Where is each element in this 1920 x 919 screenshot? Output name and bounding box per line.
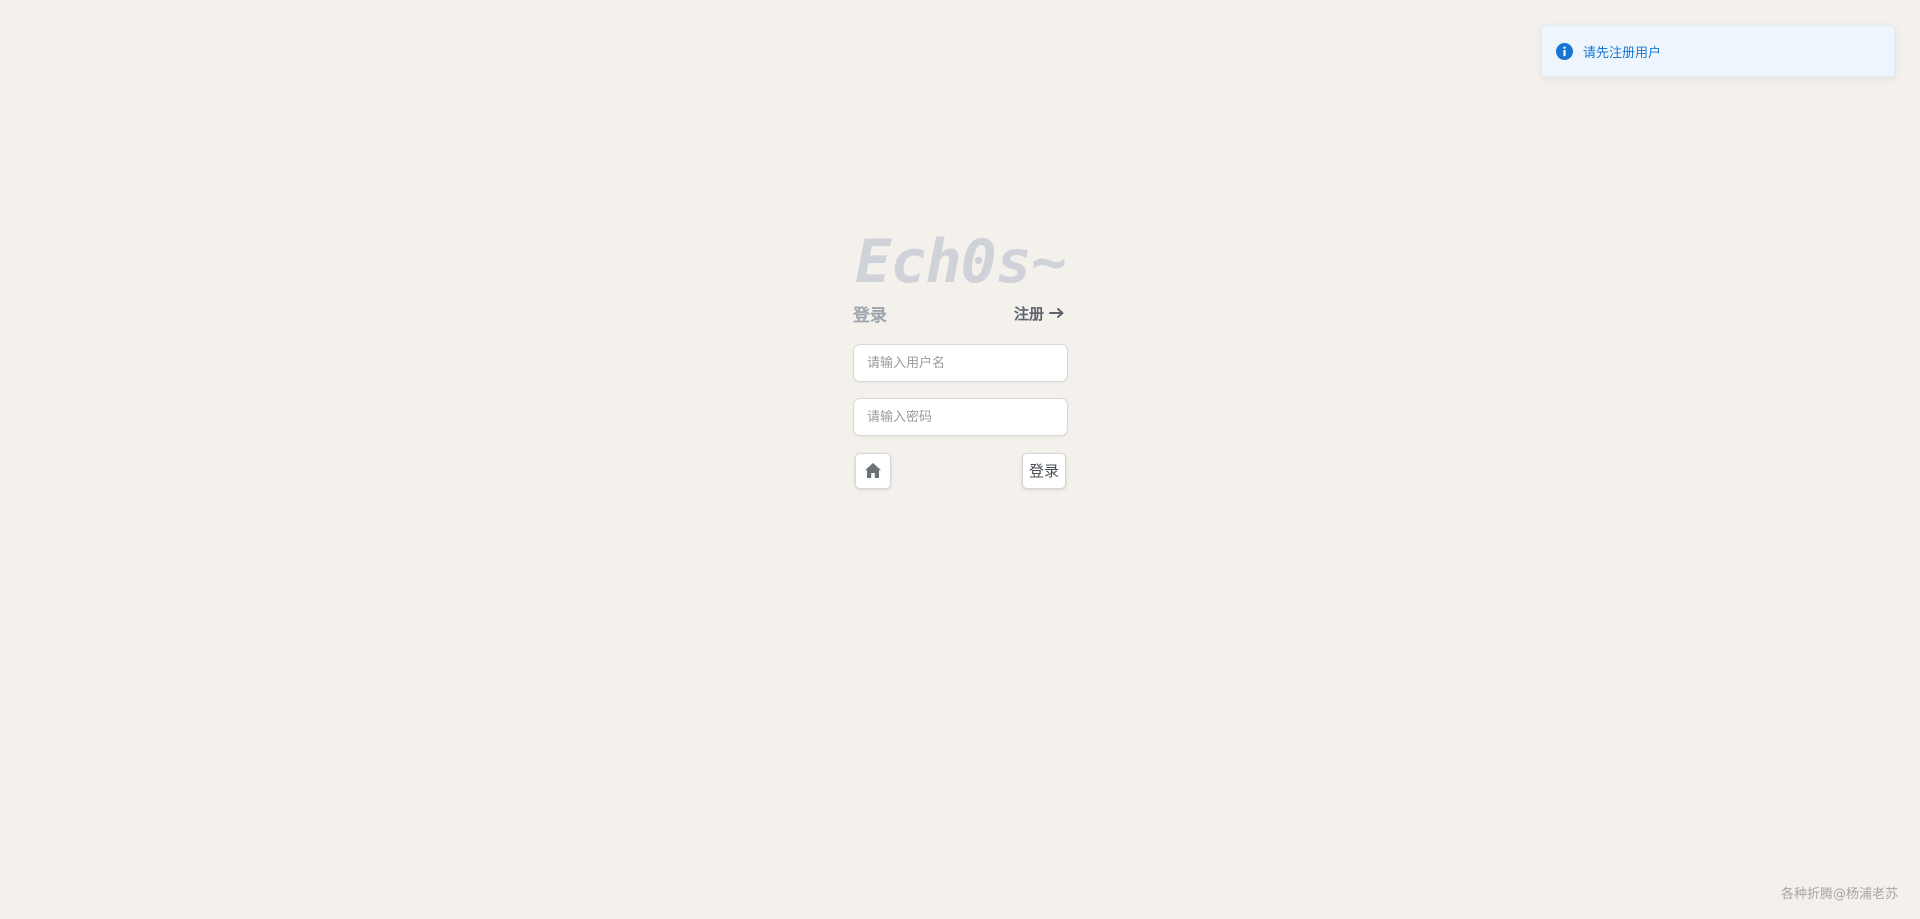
- page: 请先注册用户 Ech0s~ 登录 注册 登录 各种折腾@杨浦老苏: [0, 0, 1920, 919]
- footer-credit: 各种折腾@杨浦老苏: [1780, 887, 1898, 902]
- auth-tabs: 登录 注册: [853, 300, 1068, 326]
- login-button[interactable]: 登录: [1022, 452, 1066, 489]
- home-button[interactable]: [855, 452, 891, 489]
- tab-login[interactable]: 登录: [853, 301, 887, 326]
- app-logo: Ech0s~: [855, 227, 1067, 297]
- info-circle-icon: [1556, 42, 1573, 60]
- login-panel: Ech0s~ 登录 注册 登录: [853, 226, 1068, 489]
- login-actions: 登录: [853, 452, 1068, 489]
- password-input[interactable]: [853, 398, 1068, 436]
- tab-register[interactable]: 注册: [1014, 303, 1068, 324]
- info-toast: 请先注册用户: [1541, 25, 1895, 77]
- username-input[interactable]: [853, 344, 1068, 382]
- arrow-right-icon: [1049, 308, 1064, 318]
- tab-register-label: 注册: [1013, 304, 1044, 323]
- home-icon: [865, 463, 881, 478]
- toast-message: 请先注册用户: [1583, 45, 1662, 61]
